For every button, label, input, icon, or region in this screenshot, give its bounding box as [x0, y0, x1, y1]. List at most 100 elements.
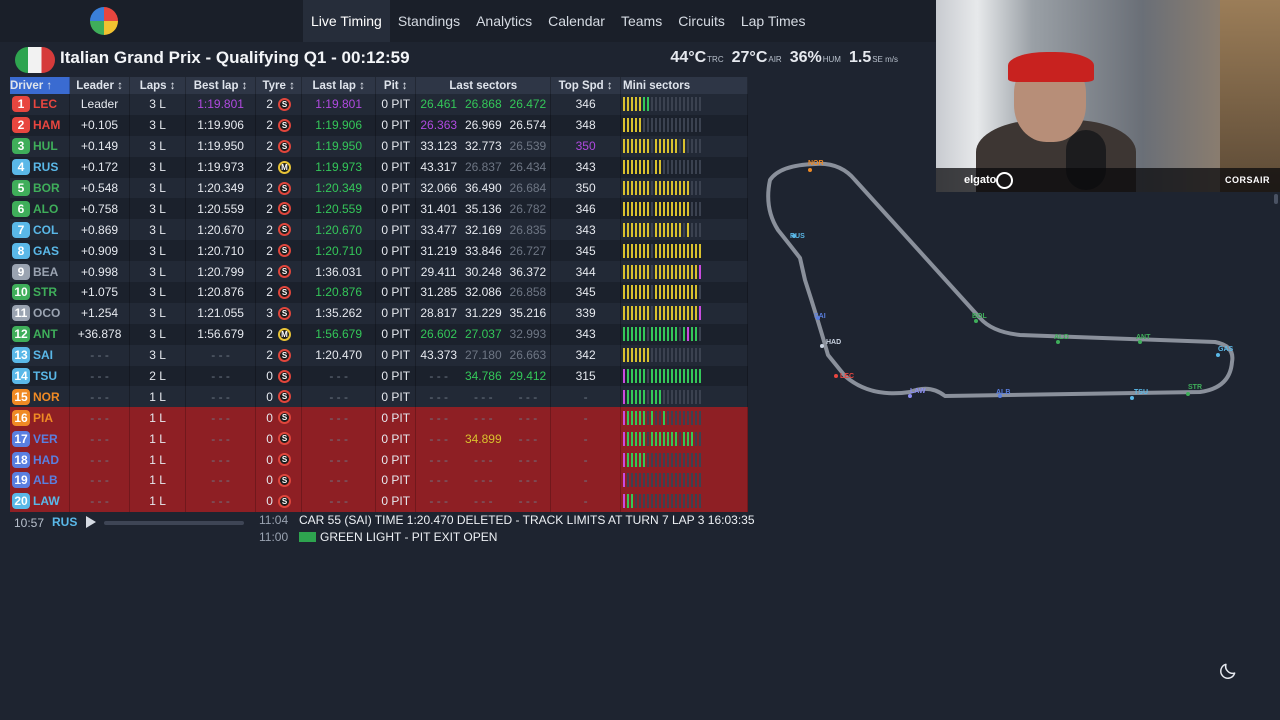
column-header[interactable]: Laps ↕ — [130, 77, 187, 94]
driver-dot[interactable] — [1130, 396, 1134, 400]
driver-code[interactable]: ALB — [33, 473, 58, 487]
driver-cell: 9 BEA — [10, 261, 71, 283]
driver-code[interactable]: HAM — [33, 118, 60, 132]
mini-sector-bar — [635, 452, 638, 467]
driver-map-label: ALB — [996, 389, 1010, 396]
nav-teams[interactable]: Teams — [613, 0, 670, 42]
mini-sector-bar — [654, 222, 658, 237]
driver-code[interactable]: NOR — [33, 390, 60, 404]
driver-code[interactable]: LAW — [33, 494, 60, 508]
nav-live-timing[interactable]: Live Timing — [303, 0, 390, 42]
driver-code[interactable]: HUL — [33, 139, 58, 153]
mini-sector-bar — [642, 452, 646, 467]
nav-circuits[interactable]: Circuits — [670, 0, 733, 42]
driver-code[interactable]: PIA — [33, 411, 53, 425]
pit-cell: 0 PIT — [376, 240, 417, 262]
table-row[interactable]: 11 OCO +1.254 3 L 1:21.055 3 S 1:35.262 0 PIT 28.… — [10, 302, 748, 324]
position-badge: 4 — [12, 159, 30, 176]
nav-lap-times[interactable]: Lap Times — [733, 0, 814, 42]
scrollbar[interactable] — [1274, 194, 1278, 204]
mini-sector-bars — [623, 494, 702, 509]
driver-code[interactable]: STR — [33, 285, 57, 299]
replay-scrubber[interactable] — [104, 521, 244, 525]
mini-sector-bar — [658, 306, 662, 321]
mini-sector-bar — [627, 222, 630, 237]
driver-code[interactable]: RUS — [33, 160, 58, 174]
column-header[interactable]: Mini sectors — [621, 77, 748, 94]
table-row[interactable]: 15 NOR - - -1 L- - -0S- - -0 PIT - - -- - -… — [10, 386, 748, 408]
nav-analytics[interactable]: Analytics — [468, 0, 540, 42]
driver-dot[interactable] — [1216, 353, 1220, 357]
table-row[interactable]: 3 HUL +0.149 3 L 1:19.950 2 S 1:19.950 0 PIT 33.1… — [10, 135, 748, 157]
nav-standings[interactable]: Standings — [390, 0, 468, 42]
table-row[interactable]: 2 HAM +0.105 3 L 1:19.906 2 S 1:19.906 0 PIT 26.3… — [10, 114, 748, 136]
mini-sector-bar — [674, 327, 678, 342]
play-icon[interactable] — [86, 516, 96, 528]
nav-calendar[interactable]: Calendar — [540, 0, 613, 42]
mini-sector-bar — [690, 452, 694, 467]
driver-code[interactable]: HAD — [33, 453, 59, 467]
table-row[interactable]: 7 COL +0.869 3 L 1:20.670 2 S 1:20.670 0 PIT 33.4… — [10, 219, 748, 241]
driver-code[interactable]: GAS — [33, 244, 59, 258]
mini-sector-bar — [678, 222, 682, 237]
driver-code[interactable]: COL — [33, 223, 58, 237]
theme-toggle-button[interactable] — [1214, 657, 1242, 685]
driver-dot[interactable] — [834, 374, 838, 378]
driver-dot[interactable] — [820, 344, 824, 348]
driver-cell: 13 SAI — [10, 344, 71, 366]
laps-cell: 1 L — [130, 428, 187, 450]
table-row[interactable]: 20 LAW - - -1 L- - -0S- - -0 PIT - - -- - -… — [10, 490, 748, 512]
driver-code[interactable]: ALO — [33, 202, 58, 216]
driver-code[interactable]: BOR — [33, 181, 60, 195]
table-row[interactable]: 12 ANT +36.878 3 L 1:56.679 2 M 1:56.679 0 PIT 26… — [10, 323, 748, 345]
driver-code[interactable]: SAI — [33, 348, 53, 362]
sector-time: 35.136 — [464, 201, 502, 216]
table-row[interactable]: 13 SAI - - -3 L- - -2 S 1:20.470 0 PIT 43.373 2… — [10, 344, 748, 366]
table-row[interactable]: 17 VER - - -1 L- - -0S- - -0 PIT - - -34.89… — [10, 428, 748, 450]
mini-sector-bar — [694, 306, 698, 321]
last-lap-cell: - - - — [302, 365, 377, 387]
table-row[interactable]: 18 HAD - - -1 L- - -0S- - -0 PIT - - -- - -… — [10, 449, 748, 471]
mini-sector-bar — [698, 118, 702, 133]
column-header[interactable]: Best lap ↕ — [186, 77, 257, 94]
column-header[interactable]: Leader ↕ — [70, 77, 131, 94]
driver-code[interactable]: VER — [33, 432, 58, 446]
column-header[interactable]: Driver ↑ — [10, 77, 71, 94]
sector-time: 26.434 — [509, 160, 547, 175]
last-lap-cell: - - - — [302, 407, 377, 429]
column-header[interactable]: Tyre ↕ — [256, 77, 303, 94]
table-row[interactable]: 10 STR +1.075 3 L 1:20.876 2 S 1:20.876 0 PIT 31.… — [10, 282, 748, 303]
table-row[interactable]: 19 ALB - - -1 L- - -0S- - -0 PIT - - -- - -… — [10, 470, 748, 491]
table-row[interactable]: 16 PIA - - -1 L- - -0S- - -0 PIT - - -- - -… — [10, 407, 748, 429]
tyre-laps: 2 — [266, 285, 273, 300]
track-map: NOR RUS SAI HAD LEC BOL ALO ANT LAW ALB TSU GAS STR — [766, 160, 1235, 400]
app-logo-icon[interactable] — [90, 7, 118, 35]
table-row[interactable]: 1 LEC Leader 3 L 1:19.801 2 S 1:19.801 0 PIT 26.4… — [10, 94, 748, 115]
best-lap-cell: - - - — [186, 407, 257, 429]
humidity: 36%HUM — [789, 49, 841, 66]
column-header[interactable]: Last lap ↕ — [302, 77, 377, 94]
table-row[interactable]: 9 BEA +0.998 3 L 1:20.799 2 S 1:36.031 0 PIT 29.4… — [10, 261, 748, 283]
mini-sector-bar — [666, 243, 670, 258]
mini-sector-bar — [627, 118, 630, 133]
table-row[interactable]: 6 ALO +0.758 3 L 1:20.559 2 S 1:20.559 0 PIT 31.4… — [10, 198, 748, 220]
table-row[interactable]: 14 TSU - - -2 L- - -0S- - -0 PIT - - -34.78… — [10, 365, 748, 387]
driver-code[interactable]: OCO — [33, 306, 60, 320]
driver-dot[interactable] — [808, 168, 812, 172]
mini-sector-bar — [670, 348, 674, 363]
column-header[interactable]: Top Spd ↕ — [551, 77, 622, 94]
driver-code[interactable]: LEC — [33, 97, 57, 111]
driver-code[interactable]: TSU — [33, 369, 57, 383]
driver-code[interactable]: ANT — [33, 327, 58, 341]
column-header[interactable]: Pit ↕ — [376, 77, 417, 94]
table-row[interactable]: 4 RUS +0.172 3 L 1:19.973 2 M 1:19.973 0 PIT 43.3… — [10, 156, 748, 178]
driver-dot[interactable] — [1186, 392, 1190, 396]
column-header[interactable]: Last sectors — [416, 77, 552, 94]
mini-sector-bar — [670, 494, 674, 509]
mini-sector-bars — [623, 118, 702, 133]
selected-driver[interactable]: RUS — [52, 515, 77, 529]
driver-code[interactable]: BEA — [33, 265, 58, 279]
mini-sector-bar — [654, 431, 658, 446]
table-row[interactable]: 5 BOR +0.548 3 L 1:20.349 2 S 1:20.349 0 PIT 32.0… — [10, 177, 748, 199]
table-row[interactable]: 8 GAS +0.909 3 L 1:20.710 2 S 1:20.710 0 PIT 31.2… — [10, 240, 748, 262]
